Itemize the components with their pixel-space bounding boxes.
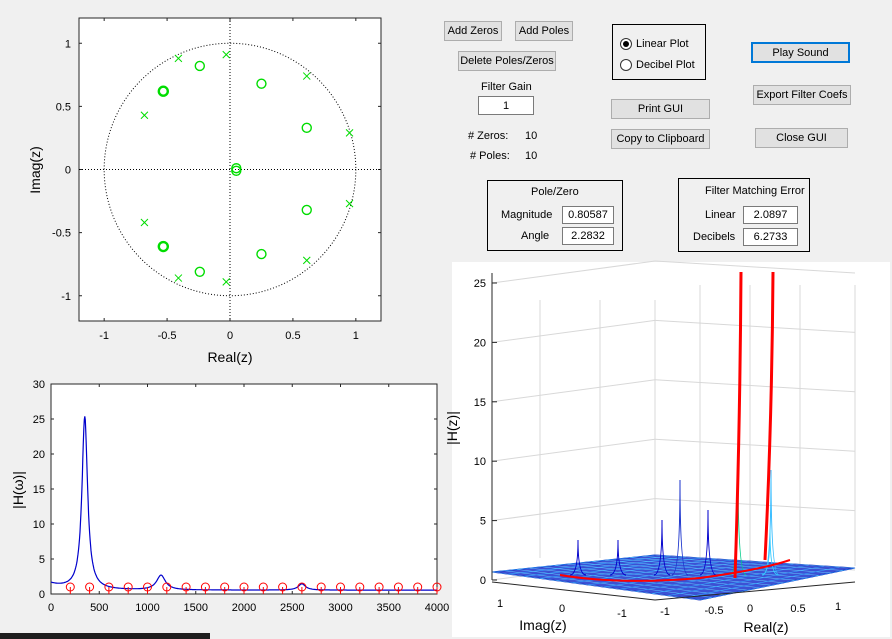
s3-real-tick-label: 0	[747, 603, 753, 615]
angle-field[interactable]: 2.2832	[562, 227, 614, 245]
poles-count-label: # Poles:	[470, 150, 510, 162]
magnitude-label: Magnitude	[501, 209, 553, 221]
s3-imag-label: Imag(z)	[519, 617, 566, 633]
decibel-plot-radio[interactable]	[620, 59, 632, 71]
s3-real-tick-label: -0.5	[705, 605, 724, 617]
s3-ztick-label: 10	[474, 456, 486, 468]
poles-count-value: 10	[525, 150, 538, 162]
s3-real-label: Real(z)	[743, 619, 788, 635]
linear-error-label: Linear	[705, 209, 736, 221]
add-zeros-button[interactable]: Add Zeros	[444, 21, 502, 41]
error-panel-title: Filter Matching Error	[705, 185, 805, 197]
play-sound-button[interactable]: Play Sound	[751, 42, 850, 63]
pole-zero-panel: Pole/Zero Magnitude 0.80587 Angle 2.2832	[487, 180, 623, 251]
s3-real-tick-label: 0.5	[790, 603, 805, 615]
decibels-error-label: Decibels	[693, 231, 736, 243]
magnitude-field[interactable]: 0.80587	[562, 206, 614, 224]
close-gui-button[interactable]: Close GUI	[755, 128, 848, 148]
zeros-count-value: 10	[525, 130, 538, 142]
linear-plot-radio[interactable]	[620, 38, 632, 50]
copy-to-clipboard-button[interactable]: Copy to Clipboard	[611, 129, 710, 149]
s3-imag-tick-label: -1	[617, 608, 627, 620]
print-gui-button[interactable]: Print GUI	[611, 99, 710, 119]
linear-error-field[interactable]: 2.0897	[743, 206, 798, 224]
filter-gain-label: Filter Gain	[481, 81, 532, 93]
s3-ztick-label: 0	[480, 575, 486, 587]
pole-zero-title: Pole/Zero	[531, 186, 579, 198]
filter-matching-error-panel: Filter Matching Error Linear 2.0897 Deci…	[678, 178, 810, 252]
s3-real-tick-label: 1	[835, 601, 841, 613]
filter-gain-input[interactable]: 1	[478, 96, 534, 115]
add-poles-button[interactable]: Add Poles	[515, 21, 573, 41]
decibels-error-field[interactable]: 6.2733	[743, 228, 798, 246]
zeros-count-label: # Zeros:	[468, 130, 509, 142]
s3-ztick-label: 15	[474, 397, 486, 409]
delete-poles-zeros-button[interactable]: Delete Poles/Zeros	[458, 51, 556, 71]
taskbar-strip	[0, 633, 210, 639]
s3-zlabel: |H(z)|	[444, 411, 460, 445]
angle-label: Angle	[521, 230, 550, 242]
s3-imag-tick-label: 0	[559, 603, 565, 615]
s3-ztick-label: 25	[474, 278, 486, 290]
s3-ztick-label: 5	[480, 516, 486, 528]
s3-real-tick-label: -1	[660, 606, 670, 618]
s3-ztick-label: 20	[474, 337, 486, 349]
linear-plot-label: Linear Plot	[636, 38, 689, 50]
plot-mode-panel: Linear Plot Decibel Plot	[612, 24, 706, 80]
export-filter-coefs-button[interactable]: Export Filter Coefs	[753, 85, 851, 105]
s3-imag-tick-label: 1	[497, 598, 503, 610]
decibel-plot-label: Decibel Plot	[636, 59, 695, 71]
